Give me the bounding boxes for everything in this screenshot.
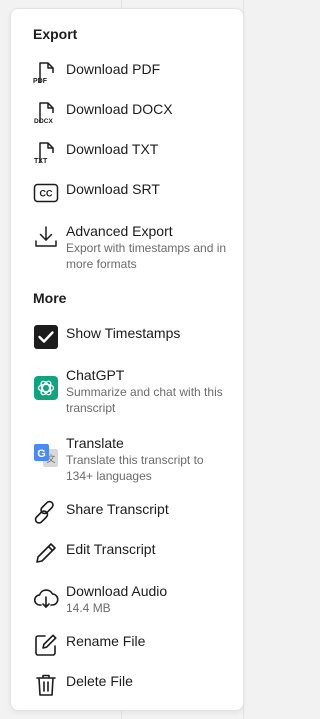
download-srt-label: Download SRT <box>66 181 160 197</box>
link-icon <box>33 500 59 526</box>
advanced-export-label: Advanced Export <box>66 223 173 239</box>
delete-file-label: Delete File <box>66 673 133 689</box>
pencil-icon <box>33 540 59 566</box>
svg-text:PDF: PDF <box>33 78 48 85</box>
more-section-title: More <box>33 290 67 306</box>
trash-icon <box>33 672 59 698</box>
checkbox-checked-icon[interactable] <box>33 324 59 350</box>
share-transcript-label: Share Transcript <box>66 501 169 517</box>
download-srt-item[interactable]: CC Download SRT <box>23 180 233 206</box>
download-audio-size: 14.4 MB <box>66 601 111 615</box>
rename-file-item[interactable]: Rename File <box>23 632 233 658</box>
translate-item[interactable]: 文 G Translate Translate this transcript … <box>23 434 233 484</box>
show-timestamps-item[interactable]: Show Timestamps <box>23 324 233 350</box>
export-section-title: Export <box>33 26 78 42</box>
rename-file-label: Rename File <box>66 633 146 649</box>
chatgpt-item[interactable]: ChatGPT Summarize and chat with this tra… <box>23 366 233 416</box>
download-icon <box>33 224 59 250</box>
file-pdf-icon: PDF <box>33 60 59 86</box>
download-pdf-label: Download PDF <box>66 61 161 77</box>
export-menu-panel: Export PDF Download PDF DOCX Download DO… <box>10 8 244 711</box>
download-audio-label: Download Audio <box>66 583 168 599</box>
delete-file-item[interactable]: Delete File <box>23 672 233 698</box>
chatgpt-description: Summarize and chat with this transcript <box>66 385 223 415</box>
chatgpt-logo-icon <box>33 375 59 401</box>
download-pdf-item[interactable]: PDF Download PDF <box>23 60 233 86</box>
share-transcript-item[interactable]: Share Transcript <box>23 500 233 526</box>
edit-transcript-item[interactable]: Edit Transcript <box>23 540 233 566</box>
svg-text:CC: CC <box>40 189 53 199</box>
download-txt-item[interactable]: TXT Download TXT <box>23 140 233 166</box>
svg-text:DOCX: DOCX <box>34 118 53 125</box>
translate-label: Translate <box>66 435 124 451</box>
svg-text:G: G <box>37 448 46 460</box>
advanced-export-item[interactable]: Advanced Export Export with timestamps a… <box>23 222 233 272</box>
file-docx-icon: DOCX <box>33 100 59 126</box>
google-translate-icon: 文 G <box>33 443 59 469</box>
advanced-export-description: Export with timestamps and in more forma… <box>66 241 227 271</box>
edit-transcript-label: Edit Transcript <box>66 541 156 557</box>
svg-text:TXT: TXT <box>34 158 48 165</box>
download-txt-label: Download TXT <box>66 141 159 157</box>
chatgpt-label: ChatGPT <box>66 367 125 383</box>
download-docx-item[interactable]: DOCX Download DOCX <box>23 100 233 126</box>
closed-captions-icon: CC <box>33 180 59 206</box>
cloud-download-icon <box>33 585 59 611</box>
translate-description: Translate this transcript to 134+ langua… <box>66 453 204 483</box>
download-audio-item[interactable]: Download Audio 14.4 MB <box>23 582 233 616</box>
file-txt-icon: TXT <box>33 140 59 166</box>
download-docx-label: Download DOCX <box>66 101 173 117</box>
show-timestamps-label: Show Timestamps <box>66 325 181 341</box>
rename-edit-icon <box>33 632 59 658</box>
